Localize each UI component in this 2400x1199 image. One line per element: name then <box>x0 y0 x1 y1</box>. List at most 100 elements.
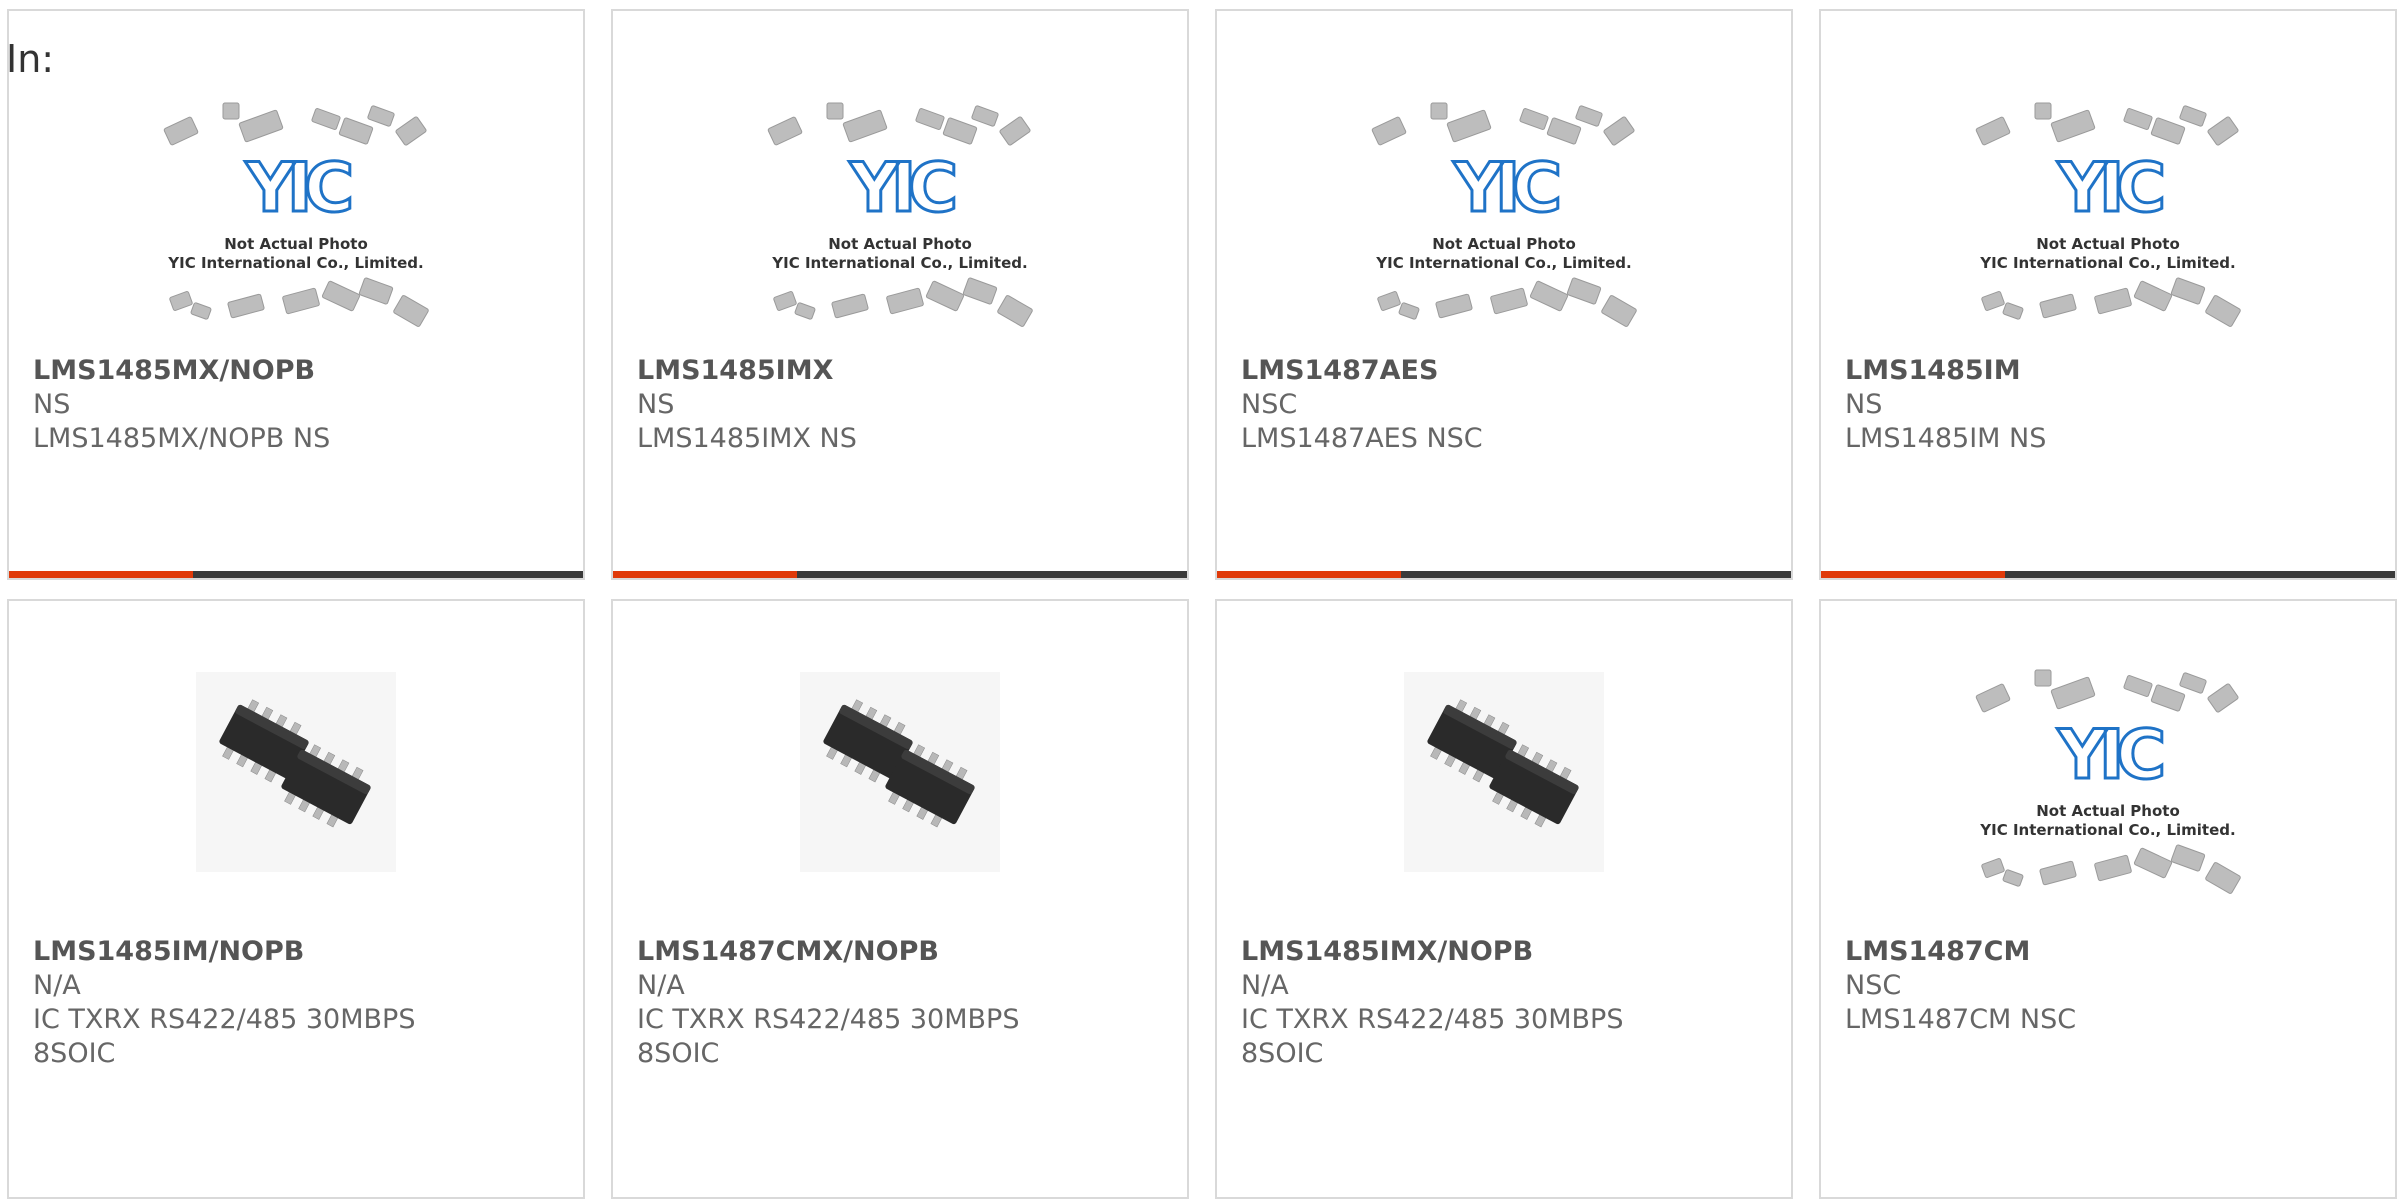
product-image[interactable] <box>9 668 583 908</box>
product-description: LMS1487CM NSC <box>1845 1004 2077 1035</box>
product-info: LMS1487AES NSC LMS1487AES NSC <box>1241 354 1781 456</box>
package-sketch <box>1377 291 1401 311</box>
card-accent-bar <box>9 571 193 578</box>
package-sketch <box>367 105 395 127</box>
not-actual-photo-placeholder: YIC Not Actual PhotoYIC International Co.… <box>1975 102 2241 327</box>
manufacturer: N/A <box>33 970 81 1001</box>
results-prefix-label: In: <box>6 37 55 81</box>
package-sketch <box>2205 862 2241 894</box>
product-description-extra: 8SOIC <box>33 1038 116 1069</box>
part-number-link[interactable]: LMS1485IM <box>1845 354 2385 388</box>
package-sketch <box>227 293 265 319</box>
package-sketch <box>163 116 199 146</box>
card-accent-bar <box>1217 571 1401 578</box>
part-number-link[interactable]: LMS1487CM <box>1845 935 2385 969</box>
card-bottom-bar <box>1821 571 2395 578</box>
part-number-link[interactable]: LMS1487CMX/NOPB <box>637 935 1177 969</box>
part-number-link[interactable]: LMS1485IMX/NOPB <box>1241 935 1781 969</box>
soic-chip-photo <box>800 672 1000 872</box>
package-sketch <box>2205 295 2241 327</box>
package-sketch <box>222 102 240 120</box>
package-sketch <box>1446 109 1492 143</box>
package-sketch <box>2133 847 2173 879</box>
package-sketch <box>2133 280 2173 312</box>
manufacturer: NS <box>637 389 675 420</box>
product-description-extra: 8SOIC <box>637 1038 720 1069</box>
product-description: IC TXRX RS422/485 30MBPS <box>33 1004 416 1035</box>
product-card[interactable]: YIC Not Actual Photo YIC International Co.… <box>1819 599 2397 1199</box>
package-sketch <box>2207 116 2239 146</box>
manufacturer: N/A <box>1241 970 1289 1001</box>
package-sketch <box>997 295 1033 327</box>
card-accent-bar <box>613 571 797 578</box>
package-sketch <box>925 280 965 312</box>
manufacturer: NSC <box>1845 970 1902 1001</box>
product-info: LMS1487CM NSC LMS1487CM NSC <box>1845 935 2385 1037</box>
company-name-text: YIC International Co., Limited. <box>771 254 1027 272</box>
package-sketch <box>2179 672 2207 694</box>
package-sketch <box>767 116 803 146</box>
company-name-text: YIC International Co., Limited. <box>1979 821 2235 839</box>
package-sketch <box>915 108 945 130</box>
product-card[interactable]: LMS1485IMX/NOPB N/A IC TXRX RS422/485 30… <box>1215 599 1793 1199</box>
not-actual-photo-text: Not Actual Photo <box>828 235 972 253</box>
package-sketch <box>1398 302 1420 320</box>
product-card[interactable]: YIC Not Actual Photo YIC International Co.… <box>1215 9 1793 580</box>
package-sketch <box>831 293 869 319</box>
product-info: LMS1485IM/NOPB N/A IC TXRX RS422/485 30M… <box>33 935 573 1071</box>
product-image[interactable]: YIC Not Actual Photo YIC International Co.… <box>9 101 583 341</box>
product-description: IC TXRX RS422/485 30MBPS <box>1241 1004 1624 1035</box>
product-image[interactable]: YIC Not Actual Photo YIC International Co.… <box>1217 101 1791 341</box>
product-image[interactable]: YIC Not Actual Photo YIC International Co.… <box>1821 668 2395 908</box>
not-actual-photo-placeholder: YIC Not Actual PhotoYIC International Co.… <box>767 102 1033 327</box>
product-image[interactable] <box>1217 668 1791 908</box>
product-image[interactable]: YIC Not Actual Photo YIC International Co.… <box>1821 101 2395 341</box>
part-number-link[interactable]: LMS1487AES <box>1241 354 1781 388</box>
product-card[interactable]: YIC Not Actual Photo YIC International Co.… <box>1819 9 2397 580</box>
product-image[interactable]: YIC Not Actual Photo YIC International Co.… <box>613 101 1187 341</box>
product-card[interactable]: YIC Not Actual Photo YIC International Co.… <box>611 9 1189 580</box>
package-sketch <box>1601 295 1637 327</box>
card-bottom-bar <box>613 571 1187 578</box>
package-sketch <box>1529 280 1569 312</box>
package-sketch <box>1435 293 1473 319</box>
package-sketch <box>1546 117 1582 145</box>
product-description: IC TXRX RS422/485 30MBPS <box>637 1004 1020 1035</box>
package-sketch <box>2150 117 2186 145</box>
not-actual-photo-text: Not Actual Photo <box>2036 235 2180 253</box>
package-sketch <box>1430 102 1448 120</box>
part-number-link[interactable]: LMS1485IM/NOPB <box>33 935 573 969</box>
not-actual-photo-placeholder: YIC Not Actual PhotoYIC International Co.… <box>163 102 429 327</box>
product-info: LMS1487CMX/NOPB N/A IC TXRX RS422/485 30… <box>637 935 1177 1071</box>
package-sketch <box>238 109 284 143</box>
package-sketch <box>2002 869 2024 887</box>
yic-logo: YIC <box>1453 149 1559 228</box>
product-card[interactable]: LMS1485IM/NOPB N/A IC TXRX RS422/485 30M… <box>7 599 585 1199</box>
package-sketch <box>842 109 888 143</box>
product-info: LMS1485MX/NOPB NS LMS1485MX/NOPB NS <box>33 354 573 456</box>
package-sketch <box>2094 287 2132 315</box>
product-description: LMS1485MX/NOPB NS <box>33 423 331 454</box>
product-card[interactable]: LMS1487CMX/NOPB N/A IC TXRX RS422/485 30… <box>611 599 1189 1199</box>
product-image[interactable] <box>613 668 1187 908</box>
product-description: LMS1485IM NS <box>1845 423 2047 454</box>
package-sketch <box>1566 277 1602 305</box>
package-sketch <box>971 105 999 127</box>
package-sketch <box>282 287 320 315</box>
yic-logo: YIC <box>245 149 351 228</box>
card-accent-bar <box>1821 571 2005 578</box>
package-sketch <box>338 117 374 145</box>
package-sketch <box>395 116 427 146</box>
package-sketch <box>2034 669 2052 687</box>
package-sketch <box>1371 116 1407 146</box>
package-sketch <box>2050 109 2096 143</box>
part-number-link[interactable]: LMS1485IMX <box>637 354 1177 388</box>
product-card[interactable]: YIC Not Actual Photo YIC International Co.… <box>7 9 585 580</box>
package-sketch <box>1981 291 2005 311</box>
company-name-text: YIC International Co., Limited. <box>1375 254 1631 272</box>
part-number-link[interactable]: LMS1485MX/NOPB <box>33 354 573 388</box>
manufacturer: NSC <box>1241 389 1298 420</box>
product-info: LMS1485IM NS LMS1485IM NS <box>1845 354 2385 456</box>
product-description: LMS1485IMX NS <box>637 423 857 454</box>
product-grid: YIC Not Actual Photo YIC International Co.… <box>0 0 2400 1199</box>
